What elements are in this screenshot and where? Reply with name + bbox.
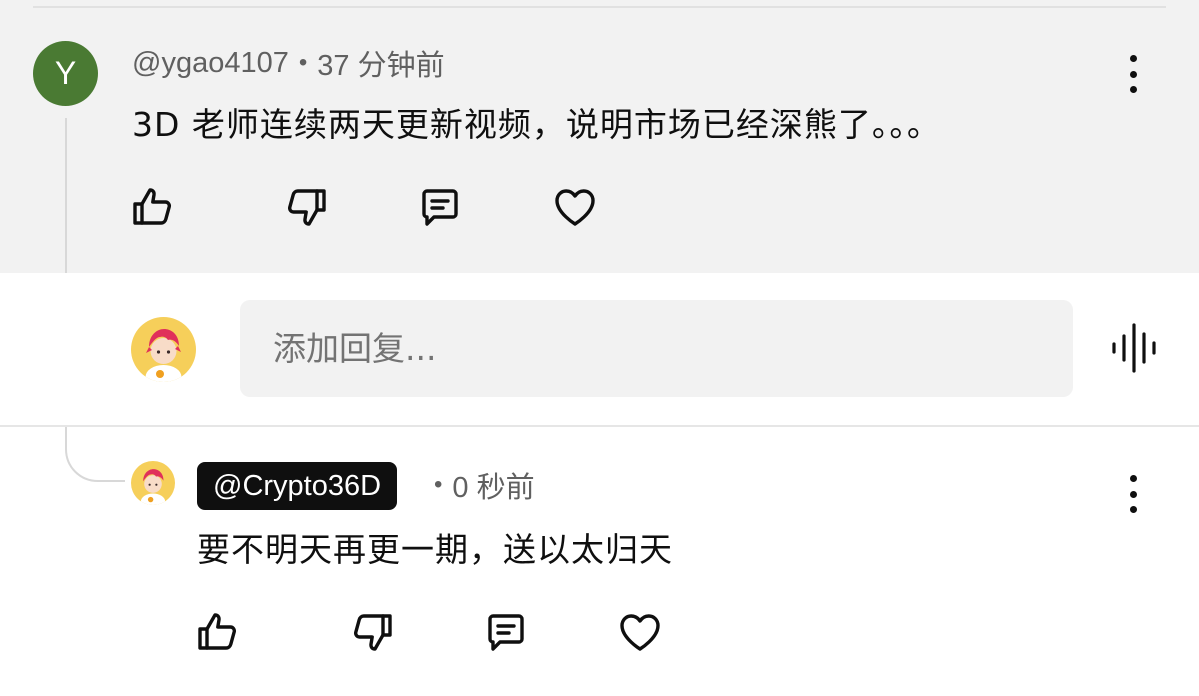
reply-author-avatar[interactable] [131, 461, 175, 505]
comment-meta: @ygao4107 • 37 分钟前 [132, 42, 445, 84]
comment-text: 3D 老师连续两天更新视频，说明市场已经深熊了。。。 [132, 105, 941, 144]
heart-button[interactable] [616, 608, 664, 656]
reply-time[interactable]: 0 秒前 [452, 464, 534, 506]
thread-line [65, 118, 67, 273]
reply-meta: • 0 秒前 [434, 466, 535, 504]
anime-avatar-icon [140, 469, 166, 505]
reply-text: 要不明天再更一期，送以太归天 [197, 530, 673, 569]
thumbs-down-icon [353, 614, 392, 651]
voice-input-icon [1112, 323, 1156, 373]
thumbs-down-icon [287, 189, 326, 226]
reply-author-handle[interactable]: @Crypto36D [197, 462, 398, 510]
dislike-button[interactable] [282, 183, 330, 231]
like-button[interactable] [194, 608, 242, 656]
more-options-icon[interactable] [1127, 55, 1139, 93]
meta-separator: • [434, 471, 443, 498]
reply-icon [488, 614, 524, 651]
reply-connector-line [65, 427, 125, 482]
reply-button[interactable] [482, 608, 530, 656]
voice-input-button[interactable] [1110, 322, 1160, 374]
reply-input[interactable] [240, 300, 1073, 397]
reply-button[interactable] [416, 183, 464, 231]
heart-icon [620, 614, 660, 651]
anime-avatar-icon [145, 329, 182, 382]
avatar-letter: Y [54, 55, 77, 91]
reply-icon [422, 189, 458, 226]
divider [0, 425, 1199, 427]
heart-icon [555, 189, 595, 226]
heart-button[interactable] [551, 183, 599, 231]
like-button[interactable] [129, 183, 177, 231]
comment-time[interactable]: 37 分钟前 [317, 42, 444, 84]
more-options-icon[interactable] [1127, 475, 1139, 513]
avatar[interactable]: Y [33, 41, 98, 106]
thumbs-up-icon [133, 188, 172, 225]
divider [33, 6, 1166, 8]
thumbs-up-icon [198, 613, 237, 650]
meta-separator: • [298, 49, 308, 76]
dislike-button[interactable] [348, 608, 396, 656]
user-avatar[interactable] [131, 317, 196, 382]
comment-author[interactable]: @ygao4107 [132, 47, 289, 80]
